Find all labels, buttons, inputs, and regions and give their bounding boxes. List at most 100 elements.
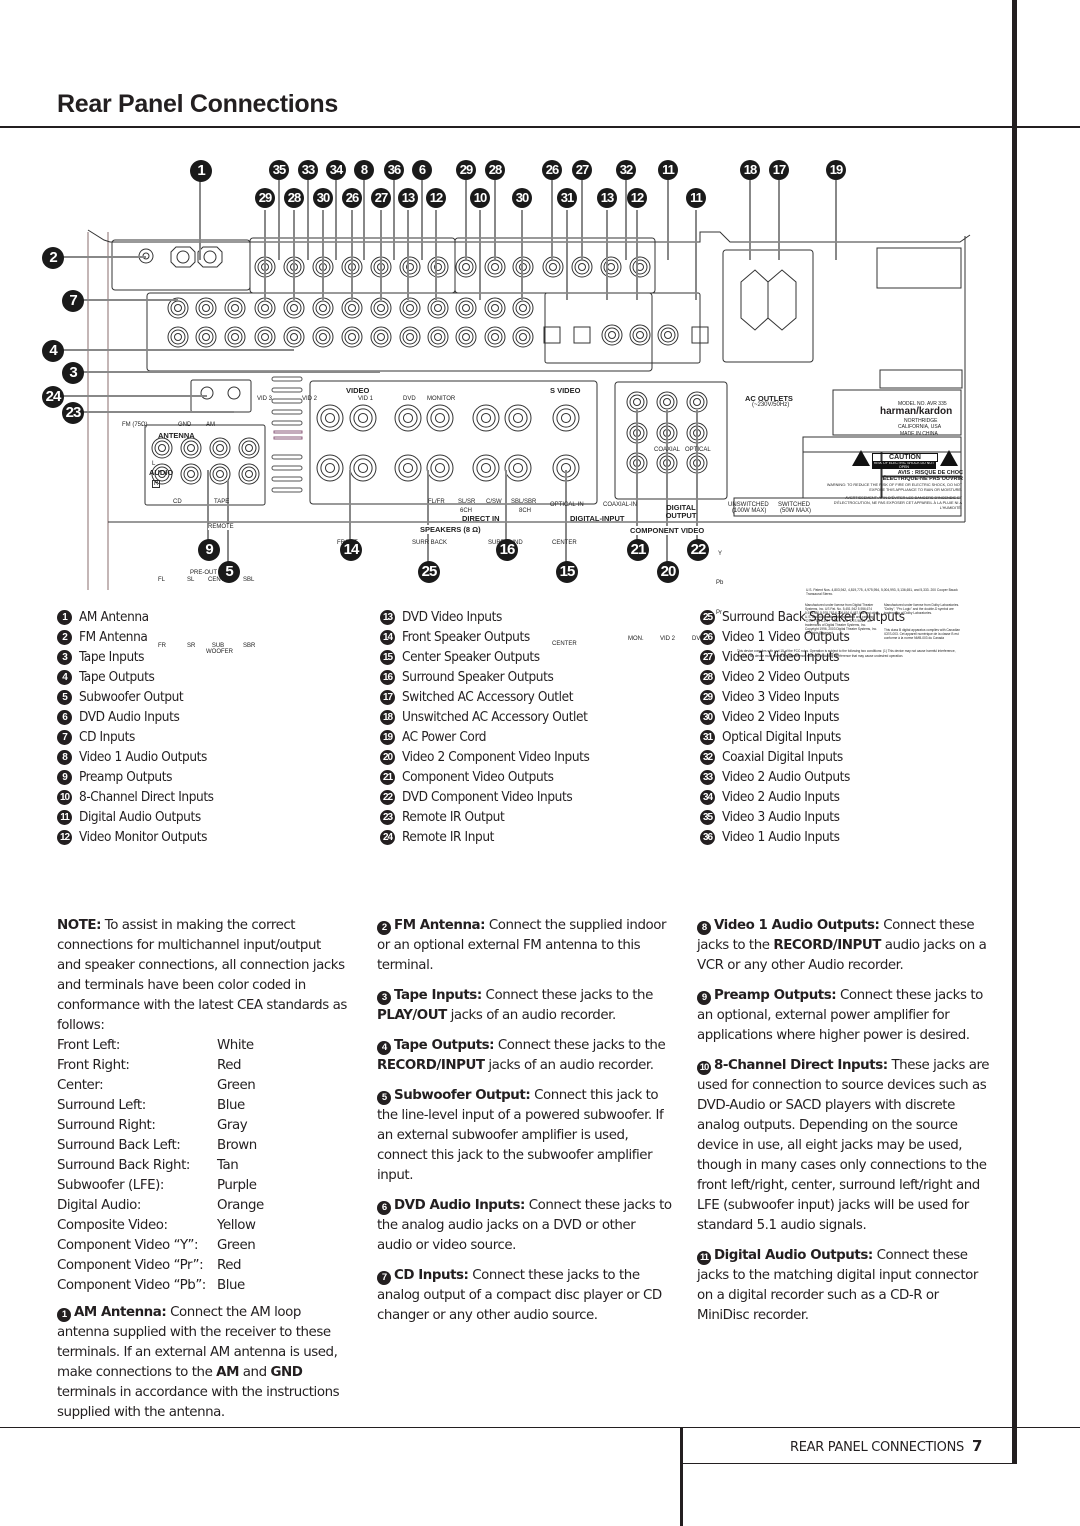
index-item: 34 Video 2 Audio Inputs bbox=[700, 787, 905, 807]
color-code-channel: Surround Right: bbox=[57, 1118, 156, 1133]
description-heading: Digital Audio Outputs: bbox=[714, 1248, 873, 1263]
callout-number-icon: 5 bbox=[57, 689, 72, 705]
rca-jack bbox=[664, 331, 672, 339]
rca-jack bbox=[608, 331, 616, 339]
description-item: 9 Preamp Outputs: Connect these jacks to … bbox=[697, 986, 992, 1046]
callout-marker-icon: 8 bbox=[354, 160, 374, 180]
color-code-channel: Surround Back Left: bbox=[57, 1138, 181, 1153]
callout-number-icon: 11 bbox=[697, 1251, 711, 1265]
color-code-channel: Component Video “Pb”: bbox=[57, 1278, 206, 1293]
color-code-value: Yellow bbox=[217, 1218, 256, 1233]
rca-jack bbox=[377, 333, 385, 341]
color-code-value: White bbox=[217, 1038, 254, 1053]
rca-jack bbox=[286, 300, 302, 316]
rca-jack bbox=[286, 329, 302, 345]
callout-number-icon: 3 bbox=[57, 649, 72, 665]
page-number: 7 bbox=[971, 1437, 983, 1455]
rca-jack bbox=[629, 394, 645, 410]
description-item: 11 Digital Audio Outputs: Connect these j… bbox=[697, 1246, 992, 1326]
callout-number-icon: 20 bbox=[380, 749, 395, 765]
index-item: 20 Video 2 Component Video Inputs bbox=[380, 747, 590, 767]
rca-jack bbox=[231, 304, 239, 312]
note-paragraph: NOTE: To assist in making the correct co… bbox=[57, 916, 347, 1036]
rca-jack bbox=[549, 263, 557, 271]
color-code-row: Front Left: White bbox=[57, 1036, 347, 1056]
rca-jack bbox=[574, 259, 590, 275]
rca-jack bbox=[636, 331, 644, 339]
label-gnd: GND bbox=[178, 422, 192, 428]
footer-divider bbox=[680, 1427, 683, 1526]
rear-panel-drawing bbox=[62, 180, 971, 590]
index-item-label: Unswitched AC Accessory Outlet bbox=[402, 709, 588, 725]
description-heading: Subwoofer Output: bbox=[394, 1088, 531, 1103]
description-heading: Preamp Outputs: bbox=[714, 988, 837, 1003]
callout-marker-icon: 35 bbox=[269, 160, 289, 180]
callout-marker-icon: 31 bbox=[557, 188, 577, 208]
callout-number-icon: 8 bbox=[697, 921, 711, 935]
index-item: 33 Video 2 Audio Outputs bbox=[700, 767, 905, 787]
callout-marker-icon: 29 bbox=[456, 160, 476, 180]
callout-number-icon: 1 bbox=[57, 609, 72, 625]
label-optical-in: OPTICAL-IN bbox=[550, 502, 584, 508]
label-unswitched-max: (100W MAX) bbox=[732, 508, 767, 514]
index-item: 17 Switched AC Accessory Outlet bbox=[380, 687, 589, 707]
index-item-label: Tape Inputs bbox=[79, 649, 145, 665]
color-code-row: Digital Audio: Orange bbox=[57, 1196, 347, 1216]
callout-marker-icon: 23 bbox=[62, 402, 84, 424]
label-r: R bbox=[152, 480, 161, 488]
rca-jack bbox=[290, 333, 298, 341]
rca-jack bbox=[487, 329, 503, 345]
index-item-label: Video 2 Video Inputs bbox=[722, 709, 840, 725]
rca-jack bbox=[480, 412, 492, 424]
index-item: 26 Video 1 Video Outputs bbox=[700, 627, 905, 647]
index-item-label: Video 3 Audio Inputs bbox=[722, 809, 840, 825]
index-item-label: Surround Back Speaker Outputs bbox=[722, 609, 905, 625]
color-code-value: Blue bbox=[217, 1098, 245, 1113]
description-emphasis: RECORD/INPUT bbox=[773, 938, 881, 953]
index-item: 25 Surround Back Speaker Outputs bbox=[700, 607, 905, 627]
callout-number-icon: 4 bbox=[57, 669, 72, 685]
footer-rule bbox=[0, 1427, 1080, 1428]
rca-jack bbox=[402, 300, 418, 316]
note-text: To assist in making the correct connecti… bbox=[57, 918, 347, 1033]
index-item-label: DVD Video Inputs bbox=[402, 609, 502, 625]
rca-jack bbox=[462, 333, 470, 341]
color-code-channel: Center: bbox=[57, 1078, 104, 1093]
callout-number-icon: 23 bbox=[380, 809, 395, 825]
rca-jack bbox=[227, 329, 243, 345]
index-item: 19 AC Power Cord bbox=[380, 727, 589, 747]
index-item-label: Switched AC Accessory Outlet bbox=[402, 689, 574, 705]
index-item-label: Video 2 Audio Inputs bbox=[722, 789, 840, 805]
label-audio: AUDIO bbox=[149, 468, 174, 477]
callout-number-icon: 29 bbox=[700, 689, 715, 705]
index-item: 32 Coaxial Digital Inputs bbox=[700, 747, 905, 767]
label-made-in: MADE IN CHINA bbox=[900, 431, 938, 437]
description-heading: 8-Channel Direct Inputs: bbox=[714, 1058, 888, 1073]
callout-number-icon: 1 bbox=[57, 1308, 71, 1322]
color-code-channel: Front Left: bbox=[57, 1038, 120, 1053]
label-dvd: DVD bbox=[403, 396, 416, 402]
callout-marker-icon: 11 bbox=[686, 188, 706, 208]
callout-marker-icon: 3 bbox=[62, 362, 84, 384]
index-item-label: AM Antenna bbox=[79, 609, 149, 625]
label-caution: CAUTION bbox=[872, 453, 938, 462]
callout-number-icon: 8 bbox=[57, 749, 72, 765]
footer-section-title: REAR PANEL CONNECTIONS bbox=[790, 1440, 964, 1455]
callout-marker-icon: 18 bbox=[740, 160, 760, 180]
callout-number-icon: 18 bbox=[380, 709, 395, 725]
description-heading: Video 1 Audio Outputs: bbox=[714, 918, 880, 933]
callout-marker-icon: 10 bbox=[470, 188, 490, 208]
page-title: Rear Panel Connections bbox=[57, 90, 338, 118]
rca-jack bbox=[315, 300, 331, 316]
callout-marker-icon: 27 bbox=[572, 160, 592, 180]
label-vid3: VID 3 bbox=[257, 396, 273, 402]
color-code-row: Component Video “Y”: Green bbox=[57, 1236, 347, 1256]
description-item: 6 DVD Audio Inputs: Connect these jacks t… bbox=[377, 1196, 672, 1256]
rca-jack bbox=[402, 412, 414, 424]
index-item-label: DVD Audio Inputs bbox=[79, 709, 180, 725]
color-code-channel: Surround Left: bbox=[57, 1098, 146, 1113]
rca-jack bbox=[458, 259, 474, 275]
rca-jack bbox=[257, 300, 273, 316]
label-cd: CD bbox=[173, 499, 182, 505]
rca-jack bbox=[515, 329, 531, 345]
